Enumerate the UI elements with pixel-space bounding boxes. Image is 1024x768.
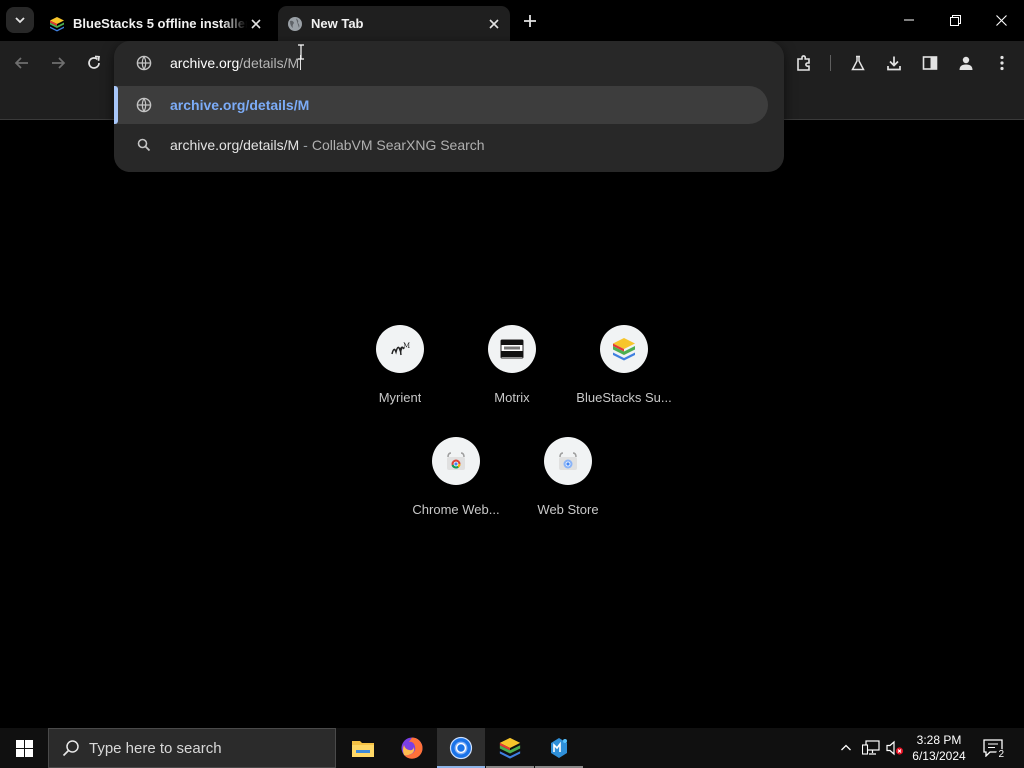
shortcut-chrome-web-store[interactable]: Chrome Web... bbox=[400, 437, 512, 533]
suggestion-query: archive.org/details/M bbox=[170, 137, 300, 153]
toolbar-divider bbox=[830, 55, 831, 71]
profile-button[interactable] bbox=[954, 51, 978, 75]
chrome-icon bbox=[449, 736, 473, 760]
back-button[interactable] bbox=[10, 51, 34, 75]
tab-strip: BlueStacks 5 offline installer – New Tab bbox=[0, 0, 1024, 41]
labs-button[interactable] bbox=[846, 51, 870, 75]
action-center-button[interactable]: 2 bbox=[980, 736, 1006, 760]
taskbar-firefox[interactable] bbox=[388, 728, 436, 768]
taskbar-search-box[interactable]: Type here to search bbox=[48, 728, 336, 768]
myrient-icon: M bbox=[376, 325, 424, 373]
labs-flask-icon bbox=[851, 55, 865, 71]
side-panel-button[interactable] bbox=[918, 51, 942, 75]
minimize-button[interactable] bbox=[886, 0, 932, 40]
chevron-down-icon bbox=[15, 17, 25, 24]
menu-icon bbox=[1000, 55, 1004, 71]
tab-title: New Tab bbox=[311, 16, 364, 31]
taskbar-chrome[interactable] bbox=[437, 728, 485, 768]
reload-button[interactable] bbox=[82, 51, 106, 75]
close-icon[interactable] bbox=[485, 15, 503, 33]
address-path: /details/M bbox=[239, 55, 300, 71]
web-store-icon bbox=[544, 437, 592, 485]
firefox-icon bbox=[401, 737, 423, 759]
tab-bluestacks[interactable]: BlueStacks 5 offline installer – bbox=[40, 6, 272, 41]
svg-text:M: M bbox=[403, 342, 410, 350]
extensions-button[interactable] bbox=[792, 51, 816, 75]
shortcut-label: Motrix bbox=[494, 390, 530, 405]
plus-icon bbox=[524, 15, 536, 27]
close-icon bbox=[995, 14, 1007, 26]
extensions-icon bbox=[797, 55, 810, 71]
globe-icon bbox=[136, 97, 152, 113]
reload-icon bbox=[88, 55, 100, 69]
search-icon bbox=[61, 738, 81, 758]
restore-icon bbox=[949, 14, 961, 26]
shortcut-bluestacks[interactable]: BlueStacks Su... bbox=[568, 325, 680, 421]
start-button[interactable] bbox=[0, 728, 48, 768]
forward-button[interactable] bbox=[46, 51, 70, 75]
network-button[interactable] bbox=[861, 738, 881, 758]
notification-count-badge: 2 bbox=[996, 749, 1006, 760]
omnibox-dropdown: archive.org/details/M archive.org/detail… bbox=[114, 41, 784, 172]
bluestacks-icon bbox=[49, 16, 65, 32]
tab-new-tab[interactable]: New Tab bbox=[278, 6, 510, 41]
profile-icon bbox=[959, 56, 973, 70]
tab-search-button[interactable] bbox=[6, 7, 34, 33]
side-panel-icon bbox=[922, 56, 938, 70]
shortcut-label: Web Store bbox=[537, 502, 599, 517]
motrix-icon bbox=[488, 325, 536, 373]
clock-date: 6/13/2024 bbox=[912, 749, 966, 763]
shortcut-myrient[interactable]: M Myrient bbox=[344, 325, 456, 421]
taskbar-app[interactable] bbox=[535, 728, 583, 768]
chrome-web-store-icon bbox=[432, 437, 480, 485]
chrome-menu-button[interactable] bbox=[990, 51, 1014, 75]
shortcut-label: Chrome Web... bbox=[412, 502, 500, 517]
close-icon[interactable] bbox=[247, 15, 265, 33]
globe-icon bbox=[287, 16, 303, 32]
app-icon bbox=[551, 738, 567, 758]
suggestion-url[interactable]: archive.org/details/M bbox=[114, 86, 768, 124]
taskbar-file-explorer[interactable] bbox=[339, 728, 387, 768]
minimize-icon bbox=[904, 19, 914, 21]
network-icon bbox=[862, 740, 880, 755]
shortcut-label: BlueStacks Su... bbox=[576, 390, 672, 405]
taskbar-search-placeholder: Type here to search bbox=[89, 739, 222, 757]
volume-button[interactable] bbox=[885, 738, 905, 758]
suggestion-search[interactable]: archive.org/details/M - CollabVM SearXNG S… bbox=[114, 126, 768, 164]
windows-taskbar: Type here to search 3:28 PM 6/13/2024 2 bbox=[0, 728, 1024, 768]
address-bar[interactable]: archive.org/details/M bbox=[114, 41, 784, 85]
taskbar-bluestacks[interactable] bbox=[486, 728, 534, 768]
forward-arrow-icon bbox=[52, 57, 66, 69]
shortcut-web-store[interactable]: Web Store bbox=[512, 437, 624, 533]
volume-muted-icon bbox=[886, 740, 904, 756]
address-host: archive.org bbox=[170, 55, 240, 71]
chevron-up-icon bbox=[841, 744, 851, 751]
suggestion-text: archive.org/details/M bbox=[170, 97, 310, 113]
restore-button[interactable] bbox=[932, 0, 978, 40]
file-explorer-icon bbox=[352, 741, 374, 757]
suggestion-description: CollabVM SearXNG Search bbox=[311, 137, 485, 153]
suggestion-text: archive.org/details/M - CollabVM SearXNG S… bbox=[170, 137, 485, 153]
globe-icon bbox=[136, 55, 152, 71]
clock-time: 3:28 PM bbox=[916, 733, 962, 747]
tab-title: BlueStacks 5 offline installer – bbox=[73, 16, 247, 31]
suggestion-separator: - bbox=[303, 137, 308, 153]
close-window-button[interactable] bbox=[978, 0, 1024, 40]
bluestacks-icon bbox=[499, 737, 521, 759]
search-icon bbox=[136, 137, 152, 153]
downloads-button[interactable] bbox=[882, 51, 906, 75]
bluestacks-icon bbox=[600, 325, 648, 373]
shortcut-label: Myrient bbox=[378, 390, 422, 405]
new-tab-button[interactable] bbox=[518, 10, 542, 32]
text-cursor-icon bbox=[298, 44, 304, 60]
shortcut-motrix[interactable]: Motrix bbox=[456, 325, 568, 421]
back-arrow-icon bbox=[14, 57, 28, 69]
address-input[interactable]: archive.org/details/M bbox=[170, 55, 302, 71]
windows-logo-icon bbox=[15, 739, 33, 757]
show-hidden-icons-button[interactable] bbox=[836, 738, 856, 758]
system-clock[interactable]: 3:28 PM 6/13/2024 bbox=[906, 732, 972, 764]
download-icon bbox=[887, 56, 901, 71]
